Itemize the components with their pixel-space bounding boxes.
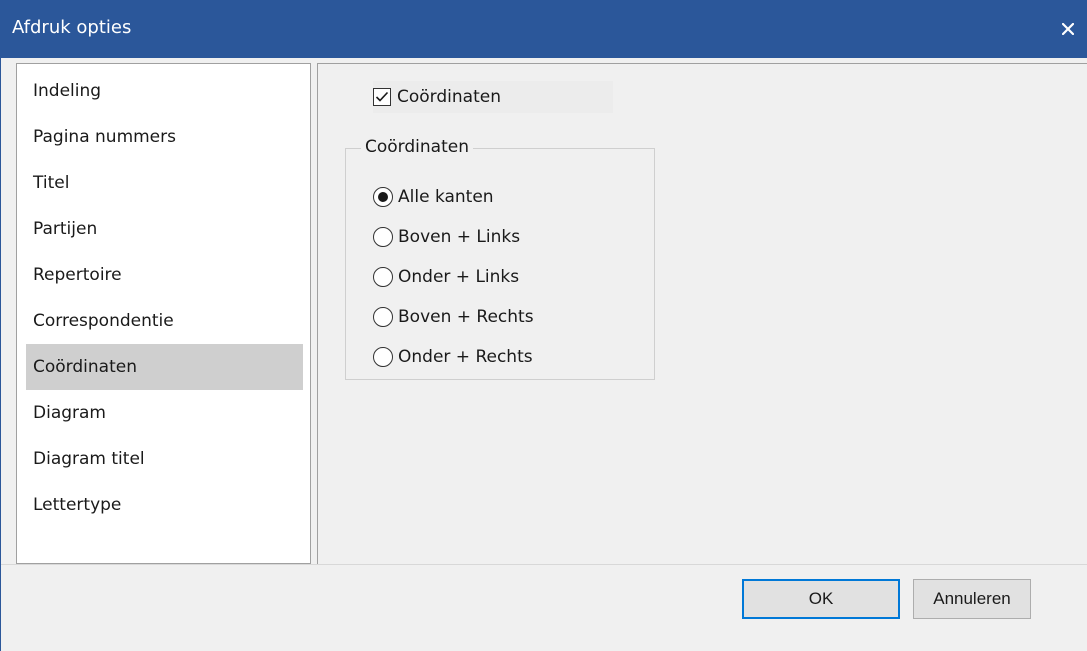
footer-divider: [1, 564, 1087, 565]
radio-label: Onder + Links: [398, 267, 520, 287]
sidebar-item-repertoire[interactable]: Repertoire: [26, 252, 303, 298]
radio-option-boven-links[interactable]: Boven + Links: [373, 217, 534, 257]
radio-label: Boven + Rechts: [398, 307, 534, 327]
sidebar-item-partijen[interactable]: Partijen: [26, 206, 303, 252]
checkmark-icon: [375, 91, 389, 102]
radio-label: Alle kanten: [398, 187, 494, 207]
sidebar-list: Indeling Pagina nummers Titel Partijen R…: [26, 68, 303, 528]
coordinaten-checkbox-row[interactable]: Coördinaten: [373, 81, 613, 113]
title-bar: Afdruk opties: [1, 0, 1087, 58]
ok-button[interactable]: OK: [742, 579, 900, 619]
sidebar-item-diagram-titel[interactable]: Diagram titel: [26, 436, 303, 482]
sidebar-item-lettertype[interactable]: Lettertype: [26, 482, 303, 528]
sidebar-panel: Indeling Pagina nummers Titel Partijen R…: [16, 63, 311, 564]
radio-button[interactable]: [373, 187, 393, 207]
sidebar-item-diagram[interactable]: Diagram: [26, 390, 303, 436]
coordinaten-groupbox: Coördinaten Alle kanten Boven + Links On…: [345, 137, 655, 380]
close-button[interactable]: [1048, 0, 1087, 58]
sidebar-item-correspondentie[interactable]: Correspondentie: [26, 298, 303, 344]
coordinaten-checkbox-label: Coördinaten: [397, 87, 501, 107]
radio-option-onder-links[interactable]: Onder + Links: [373, 257, 534, 297]
dialog-window: Afdruk opties Indeling Pagina nummers Ti…: [0, 0, 1087, 651]
groupbox-legend: Coördinaten: [361, 137, 473, 157]
sidebar-item-indeling[interactable]: Indeling: [26, 68, 303, 114]
radio-option-alle-kanten[interactable]: Alle kanten: [373, 177, 534, 217]
sidebar-item-pagina-nummers[interactable]: Pagina nummers: [26, 114, 303, 160]
sidebar-item-titel[interactable]: Titel: [26, 160, 303, 206]
close-icon: [1062, 23, 1074, 35]
radio-button[interactable]: [373, 307, 393, 327]
radio-button[interactable]: [373, 267, 393, 287]
radio-option-boven-rechts[interactable]: Boven + Rechts: [373, 297, 534, 337]
radio-button[interactable]: [373, 227, 393, 247]
radio-label: Boven + Links: [398, 227, 521, 247]
window-title: Afdruk opties: [12, 17, 132, 38]
radio-button[interactable]: [373, 347, 393, 367]
radio-option-onder-rechts[interactable]: Onder + Rechts: [373, 337, 534, 377]
radio-selected-dot: [378, 192, 388, 202]
radio-label: Onder + Rechts: [398, 347, 533, 367]
settings-panel: Coördinaten Coördinaten Alle kanten Bove…: [317, 63, 1087, 564]
sidebar-item-coordinaten[interactable]: Coördinaten: [26, 344, 303, 390]
coordinaten-checkbox[interactable]: [373, 88, 391, 106]
cancel-button[interactable]: Annuleren: [913, 579, 1031, 619]
radio-list: Alle kanten Boven + Links Onder + Links …: [373, 177, 534, 377]
